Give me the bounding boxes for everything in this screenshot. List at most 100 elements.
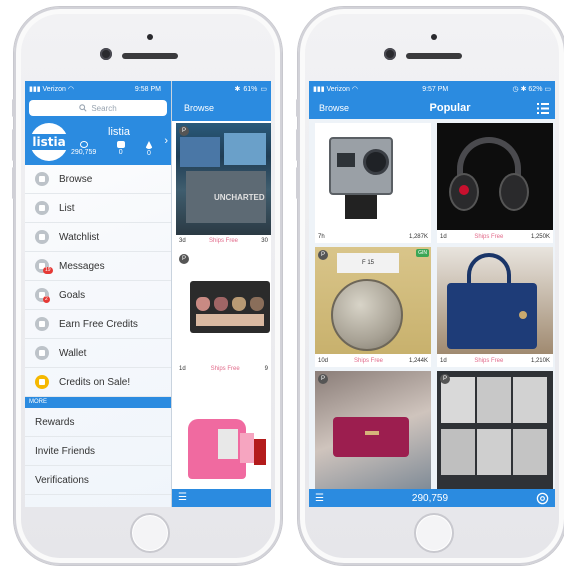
profile-stats: 290,759 0 0 bbox=[71, 141, 153, 157]
home-button bbox=[414, 513, 454, 553]
browse-title: Browse bbox=[172, 97, 271, 121]
mute-switch bbox=[296, 99, 299, 117]
front-camera bbox=[384, 48, 396, 60]
listia-logo: listia bbox=[29, 123, 69, 161]
item-meta: 3d Ships Free 30 bbox=[176, 235, 271, 247]
item-card[interactable]: 7h 1,287K bbox=[315, 123, 431, 243]
item-image bbox=[176, 379, 271, 489]
browse-back-button[interactable]: Browse bbox=[319, 103, 349, 113]
menu-item-verifications[interactable]: Verifications bbox=[25, 466, 171, 495]
item-meta: 1d Ships Free 1,210K bbox=[437, 354, 553, 367]
item-meta: 10d Ships Free 1,244K bbox=[315, 354, 431, 367]
search-bar: Search bbox=[25, 97, 171, 121]
goals-badge: 2 bbox=[43, 296, 50, 303]
earpiece-speaker bbox=[122, 53, 178, 59]
carrier-label: ▮▮▮ Verizon ◠ bbox=[29, 86, 74, 93]
credits-count: 290,759 bbox=[71, 149, 97, 156]
item-meta: 1d Ships Free 1,250K bbox=[437, 230, 553, 243]
menu-item-browse[interactable]: Browse bbox=[25, 165, 171, 194]
volume-up-button bbox=[12, 129, 15, 161]
alarm-icon: ◷ bbox=[512, 86, 519, 93]
trading-cards-image: P bbox=[437, 371, 553, 491]
item-time: 7h bbox=[318, 233, 325, 240]
status-time: 9:58 PM bbox=[134, 85, 161, 93]
menu-item-rewards[interactable]: Rewards bbox=[25, 408, 171, 437]
volume-up-button bbox=[296, 129, 299, 161]
item-meta: 7h 1,287K bbox=[315, 230, 431, 243]
menu-item-messages[interactable]: 19 Messages bbox=[25, 252, 171, 281]
carrier-label: ▮▮▮ Verizon ◠ bbox=[313, 86, 358, 93]
right-phone-frame: ▮▮▮ Verizon ◠ 9:57 PM ◷ ✱ 62% ▭ Browse P… bbox=[296, 7, 564, 565]
item-card[interactable]: P bbox=[315, 371, 431, 491]
item-price: 9 bbox=[264, 366, 268, 372]
menu-item-credits-on-sale[interactable]: Credits on Sale! bbox=[25, 368, 171, 397]
battery-group: ◷ ✱ 62% ▭ bbox=[513, 85, 551, 93]
browse-item[interactable]: P 1d Ships Free 9 bbox=[176, 251, 271, 375]
profile-header[interactable]: listia listia › 290,759 0 0 bbox=[25, 121, 171, 165]
more-section-header: MORE bbox=[25, 397, 171, 408]
item-shipping: Ships Free bbox=[474, 357, 504, 364]
search-icon bbox=[79, 104, 87, 112]
wallet-image: P bbox=[315, 371, 431, 491]
list-view-icon[interactable] bbox=[537, 102, 549, 114]
search-input[interactable]: Search bbox=[29, 100, 167, 116]
item-card[interactable]: 1d Ships Free 1,210K bbox=[437, 247, 553, 367]
left-screen: ▮▮▮ Verizon ◠ 9:58 PM Search listia list… bbox=[25, 81, 271, 507]
menu-button[interactable]: ☰ bbox=[172, 489, 271, 507]
menu-item-earn-free-credits[interactable]: Earn Free Credits bbox=[25, 310, 171, 339]
item-card[interactable]: 1d Ships Free 1,250K bbox=[437, 123, 553, 243]
proximity-sensor bbox=[147, 34, 153, 40]
username: listia bbox=[108, 126, 131, 138]
status-bar-right: ✱ 61% ▭ bbox=[172, 81, 271, 97]
item-card[interactable]: F 15 GIN P 10d Ships Free 1,244K bbox=[315, 247, 431, 367]
browse-item[interactable] bbox=[176, 379, 271, 489]
menu-item-wallet[interactable]: Wallet bbox=[25, 339, 171, 368]
page-title: Popular bbox=[429, 102, 471, 114]
item-price: 1,250K bbox=[530, 233, 550, 240]
item-image: UNCHARTED P bbox=[176, 123, 271, 235]
menu-item-list[interactable]: List bbox=[25, 194, 171, 223]
status-bar: ▮▮▮ Verizon ◠ 9:57 PM ◷ ✱ 62% ▭ bbox=[309, 81, 555, 97]
item-card[interactable]: P bbox=[437, 371, 553, 491]
hamburger-icon[interactable]: ☰ bbox=[315, 493, 324, 504]
navigation-bar: Browse Popular bbox=[309, 97, 555, 119]
item-time: 1d bbox=[179, 366, 186, 372]
battery-icon: ▭ bbox=[544, 86, 551, 93]
menu-item-goals[interactable]: 2 Goals bbox=[25, 281, 171, 310]
chevron-right-icon: › bbox=[164, 135, 168, 147]
item-time: 1d bbox=[440, 233, 447, 240]
pin-icon bbox=[145, 141, 153, 149]
battery-icon: ▭ bbox=[260, 86, 267, 93]
menu-item-invite-friends[interactable]: Invite Friends bbox=[25, 437, 171, 466]
game-title-text: UNCHARTED bbox=[214, 193, 265, 202]
menu-item-watchlist[interactable]: Watchlist bbox=[25, 223, 171, 252]
left-phone-frame: ▮▮▮ Verizon ◠ 9:58 PM Search listia list… bbox=[12, 7, 282, 565]
search-placeholder: Search bbox=[91, 103, 117, 113]
item-image: P bbox=[176, 251, 271, 363]
coin-image: F 15 GIN P bbox=[315, 247, 431, 354]
browse-item[interactable]: UNCHARTED P 3d Ships Free 30 bbox=[176, 123, 271, 247]
proximity-sensor bbox=[431, 34, 437, 40]
item-price: 1,244K bbox=[408, 357, 428, 364]
credits-icon bbox=[79, 141, 88, 148]
front-camera bbox=[100, 48, 112, 60]
action-camera-image bbox=[315, 123, 431, 230]
coin-slab-label: F 15 bbox=[337, 253, 399, 273]
item-grid: 7h 1,287K 1d Ships Free 1,250K F 15 GIN … bbox=[309, 119, 555, 491]
credits-balance: 290,759 bbox=[411, 492, 449, 504]
battery-level: 61% bbox=[243, 85, 258, 93]
p-badge: P bbox=[179, 254, 189, 264]
item-time: 3d bbox=[179, 238, 186, 244]
ticket-icon bbox=[116, 141, 125, 148]
item-shipping: Ships Free bbox=[208, 238, 238, 244]
item-shipping: Ships Free bbox=[210, 366, 240, 372]
chat-icon[interactable] bbox=[536, 492, 549, 505]
p-badge: P bbox=[179, 126, 189, 136]
mask-icon bbox=[35, 230, 49, 244]
hamburger-icon: ☰ bbox=[178, 492, 187, 503]
mute-switch bbox=[12, 99, 15, 117]
pin-count: 0 bbox=[147, 150, 151, 157]
star-icon bbox=[35, 375, 49, 389]
bluetooth-icon: ✱ bbox=[234, 86, 241, 93]
browse-panel[interactable]: ✱ 61% ▭ Browse UNCHARTED P 3d Ships Free… bbox=[172, 81, 271, 507]
